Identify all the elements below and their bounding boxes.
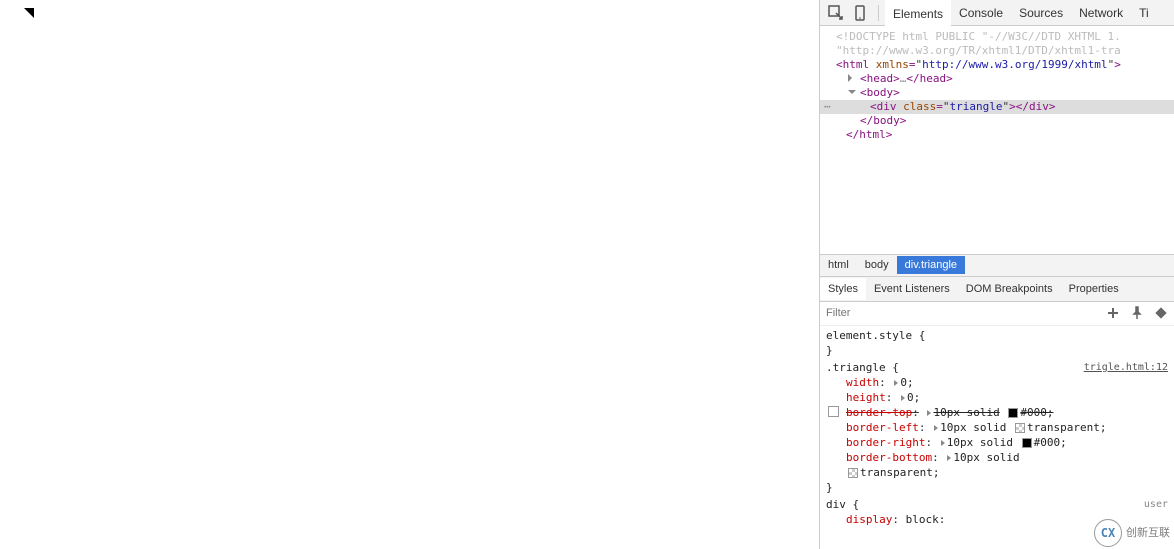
rule-triangle[interactable]: .triangle { trigle.html:12 width: 0; hei… [826, 360, 1168, 495]
dom-tree[interactable]: <!DOCTYPE html PUBLIC "-//W3C//DTD XHTML… [820, 26, 1174, 254]
dom-body-open[interactable]: <body> [820, 86, 1174, 100]
styles-filter-input[interactable] [826, 307, 1106, 319]
dom-html-close[interactable]: </html> [820, 128, 1174, 142]
tab-elements[interactable]: Elements [885, 0, 951, 26]
toggle-checkbox[interactable] [828, 406, 839, 417]
stab-dom-breakpoints[interactable]: DOM Breakpoints [958, 278, 1061, 300]
toggle-state-icon[interactable] [1154, 306, 1168, 320]
prop-width[interactable]: width: 0; [826, 375, 1168, 390]
color-swatch[interactable] [1022, 438, 1032, 448]
stab-styles[interactable]: Styles [820, 278, 866, 300]
styles-tabs: Styles Event Listeners DOM Breakpoints P… [820, 276, 1174, 302]
source-link[interactable]: trigle.html:12 [1084, 360, 1168, 375]
prop-border-top[interactable]: border-top: 10px solid #000; [826, 405, 1168, 420]
styles-filter-row [820, 302, 1174, 326]
rule-element-style[interactable]: element.style { } [826, 328, 1168, 358]
dom-doctype-cont[interactable]: "http://www.w3.org/TR/xhtml1/DTD/xhtml1-… [820, 44, 1174, 58]
close-brace: } [826, 343, 1168, 358]
devtools-panel: Elements Console Sources Network Ti <!DO… [820, 0, 1174, 549]
styles-body[interactable]: element.style { } .triangle { trigle.htm… [820, 326, 1174, 549]
crumb-body[interactable]: body [857, 256, 897, 274]
dom-head[interactable]: <head>…</head> [820, 72, 1174, 86]
devtools-toolbar: Elements Console Sources Network Ti [820, 0, 1174, 26]
watermark: CX 创新互联 [1094, 519, 1170, 547]
dom-html-open[interactable]: <html xmlns="http://www.w3.org/1999/xhtm… [820, 58, 1174, 72]
close-brace: } [826, 480, 1168, 495]
prop-continuation[interactable]: transparent; [826, 465, 1168, 480]
color-swatch[interactable] [1015, 423, 1025, 433]
add-rule-icon[interactable] [1106, 306, 1120, 320]
dom-body-close[interactable]: </body> [820, 114, 1174, 128]
crumb-div-triangle[interactable]: div.triangle [897, 256, 965, 274]
prop-border-bottom[interactable]: border-bottom: 10px solid [826, 450, 1168, 465]
selector-triangle: .triangle { [826, 360, 899, 375]
page-content [0, 0, 820, 549]
rendered-triangle [14, 8, 34, 18]
color-swatch[interactable] [848, 468, 858, 478]
pin-icon[interactable] [1130, 306, 1144, 320]
stab-properties[interactable]: Properties [1061, 278, 1127, 300]
breadcrumb: html body div.triangle [820, 254, 1174, 276]
prop-border-right[interactable]: border-right: 10px solid #000; [826, 435, 1168, 450]
tab-console[interactable]: Console [951, 0, 1011, 26]
inspect-icon[interactable] [824, 1, 848, 25]
selector-element-style: element.style { [826, 328, 1168, 343]
device-icon[interactable] [848, 1, 872, 25]
tab-network[interactable]: Network [1071, 0, 1131, 26]
toolbar-separator [878, 5, 879, 21]
tab-timeline[interactable]: Ti [1131, 0, 1157, 26]
prop-height[interactable]: height: 0; [826, 390, 1168, 405]
dom-doctype[interactable]: <!DOCTYPE html PUBLIC "-//W3C//DTD XHTML… [820, 30, 1174, 44]
stab-event-listeners[interactable]: Event Listeners [866, 278, 958, 300]
watermark-logo-icon: CX [1094, 519, 1122, 547]
user-agent-label: user [1144, 497, 1168, 512]
color-swatch[interactable] [1008, 408, 1018, 418]
crumb-html[interactable]: html [820, 256, 857, 274]
watermark-text: 创新互联 [1126, 526, 1170, 541]
tab-sources[interactable]: Sources [1011, 0, 1071, 26]
selector-div: div { [826, 497, 859, 512]
prop-border-left[interactable]: border-left: 10px solid transparent; [826, 420, 1168, 435]
dom-div-triangle[interactable]: <div class="triangle"></div> [820, 100, 1174, 114]
